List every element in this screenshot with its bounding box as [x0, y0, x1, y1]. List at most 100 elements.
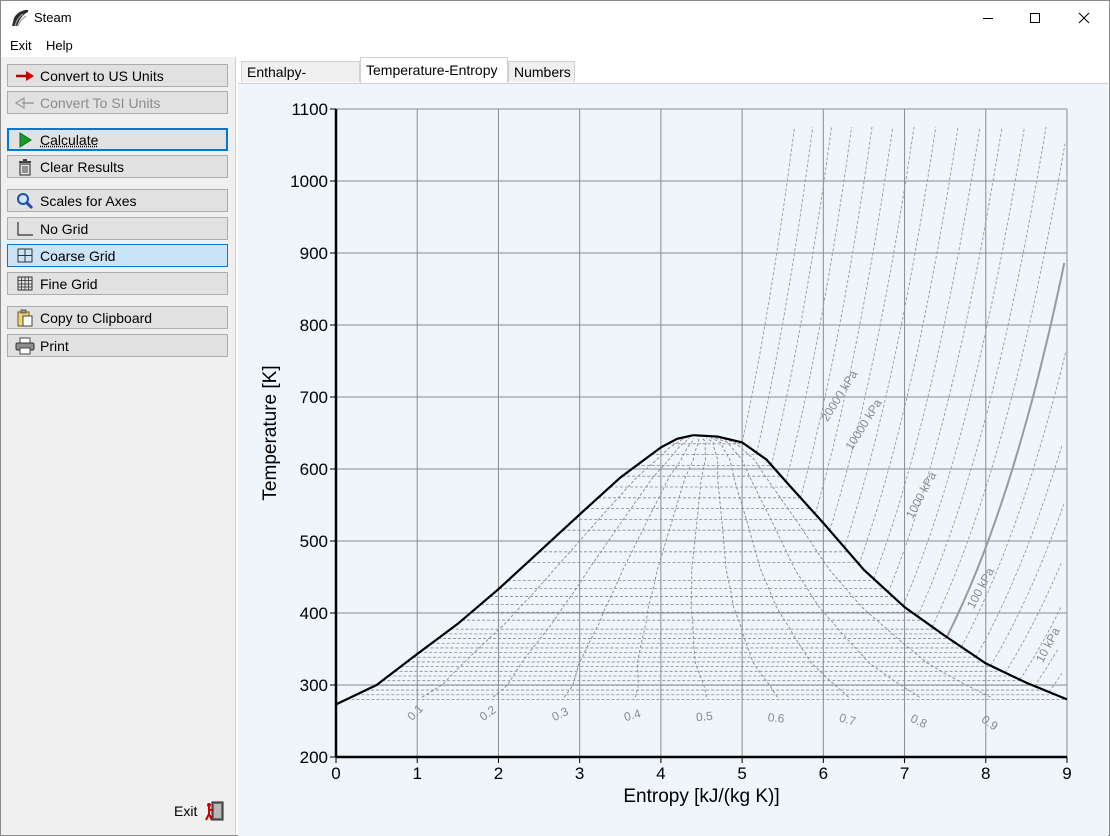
isobar-label: 10000 kPa [842, 396, 884, 452]
scales-for-axes-button[interactable]: Scales for Axes [7, 189, 228, 212]
y-tick-label: 1100 [291, 100, 328, 119]
quality-line [563, 437, 694, 698]
maximize-icon [1030, 12, 1040, 23]
fine-grid-button[interactable]: Fine Grid [7, 272, 228, 295]
steam-app-icon [11, 9, 29, 27]
quality-label: 0.2 [477, 702, 499, 723]
saturated-liquid-line [335, 434, 694, 706]
isobar-label: 10 kPa [1033, 625, 1063, 665]
copy-to-clipboard-button[interactable]: Copy to Clipboard [7, 306, 228, 329]
quality-line [690, 437, 707, 698]
menu-help[interactable]: Help [46, 38, 73, 53]
y-tick-label: 500 [300, 532, 328, 551]
menu-bar: Exit Help [1, 35, 1109, 55]
x-tick-label: 0 [331, 764, 340, 783]
app-window: Steam Exit Help Convert to US Units Conv… [0, 0, 1110, 836]
isobar-label: 20000 kPa [818, 367, 860, 423]
isobar-superheated [858, 126, 959, 565]
chart-panel: 0 1 2 3 4 5 6 7 8 9 200 300 400 500 600 700 800 900 1000 11… [238, 83, 1108, 836]
print-button[interactable]: Print [7, 334, 228, 357]
minimize-button[interactable] [963, 1, 1013, 34]
ts-diagram: 0 1 2 3 4 5 6 7 8 9 200 300 400 500 600 700 800 900 1000 11… [260, 100, 1072, 807]
quality-label: 0.7 [838, 711, 858, 729]
fine-grid-icon [14, 275, 36, 293]
close-button[interactable] [1059, 1, 1109, 34]
isobar-superheated [829, 126, 915, 531]
button-label: Scales for Axes [40, 192, 137, 209]
convert-to-us-units-button[interactable]: Convert to US Units [7, 64, 228, 87]
calculate-button[interactable]: Calculate [7, 128, 228, 151]
isobar-superheated [917, 126, 1047, 617]
button-label: Convert To SI Units [40, 94, 161, 111]
quality-line [714, 437, 920, 698]
y-tick-label: 200 [300, 748, 328, 767]
title-bar: Steam [1, 1, 1109, 34]
y-tick-label: 300 [300, 676, 328, 695]
button-label: No Grid [40, 220, 89, 237]
y-tick-label: 800 [300, 316, 328, 335]
axes-icon [14, 220, 36, 238]
isobar-superheated [902, 126, 1025, 606]
quality-label: 0.3 [550, 704, 571, 724]
button-label: Convert to US Units [40, 67, 164, 84]
x-tick-label: 7 [900, 764, 909, 783]
exit-icon [203, 800, 225, 822]
quality-label: 0.4 [622, 706, 642, 724]
command-panel: Convert to US Units Convert To SI Units … [1, 57, 236, 835]
y-tick-label: 900 [300, 244, 328, 263]
clipboard-icon [14, 309, 36, 327]
y-tick-label: 600 [300, 460, 328, 479]
isobar-superheated [873, 126, 981, 579]
magnifier-icon [14, 192, 36, 210]
quality-line [421, 437, 685, 698]
x-tick-label: 2 [494, 764, 503, 783]
isobar-superheated [1048, 673, 1063, 693]
clear-results-button[interactable]: Clear Results [7, 155, 228, 178]
quality-label: 0.5 [695, 709, 713, 724]
isobar-label: 1000 kPa [903, 469, 939, 521]
tab-temperature-entropy[interactable]: Temperature-Entropy [360, 57, 508, 83]
button-label: Clear Results [40, 158, 125, 175]
button-label: Copy to Clipboard [40, 309, 153, 326]
quality-label: 0.8 [908, 711, 929, 731]
button-label: Fine Grid [40, 275, 98, 292]
y-tick-label: 1000 [290, 172, 328, 191]
convert-to-si-units-button[interactable]: Convert To SI Units [7, 91, 228, 114]
coarse-grid-button[interactable]: Coarse Grid [7, 244, 228, 267]
x-tick-label: 9 [1062, 764, 1071, 783]
x-axis-label: Entropy [kJ/(kg K)] [623, 786, 779, 807]
x-tick-label: 4 [656, 764, 665, 783]
window-title: Steam [34, 10, 72, 25]
trash-icon [14, 158, 36, 176]
arrow-right-icon [14, 67, 36, 85]
quality-line [634, 437, 700, 698]
coarse-grid-icon [14, 247, 36, 265]
arrow-left-icon [14, 94, 36, 112]
x-tick-label: 1 [412, 764, 421, 783]
y-tick-label: 700 [300, 388, 328, 407]
isobar-superheated [945, 262, 1066, 638]
x-tick-label: 6 [819, 764, 828, 783]
quality-label: 0.1 [404, 701, 426, 723]
y-tick-label: 400 [300, 604, 328, 623]
maximize-button[interactable] [1010, 1, 1060, 34]
close-icon [1078, 12, 1090, 23]
exit-button[interactable]: Exit [174, 800, 225, 822]
button-label: Coarse Grid [40, 247, 116, 264]
isobar-superheated [800, 126, 873, 498]
tab-enthalpy-entropy[interactable]: Enthalpy-Entropy [241, 61, 360, 101]
menu-exit[interactable]: Exit [10, 38, 32, 53]
isobar-superheated [887, 126, 1003, 593]
quality-label: 0.9 [979, 712, 1001, 733]
quality-line [719, 437, 991, 698]
x-tick-label: 5 [737, 764, 746, 783]
tab-numbers[interactable]: Numbers [508, 61, 575, 82]
x-tick-label: 8 [981, 764, 990, 783]
exit-label: Exit [174, 803, 198, 819]
button-label: Calculate [40, 131, 99, 148]
no-grid-button[interactable]: No Grid [7, 217, 228, 240]
quality-label: 0.6 [767, 710, 785, 725]
minimize-icon [983, 17, 993, 19]
button-label: Print [40, 337, 69, 354]
tab-strip: Enthalpy-Entropy Temperature-Entropy Num… [237, 57, 1109, 101]
